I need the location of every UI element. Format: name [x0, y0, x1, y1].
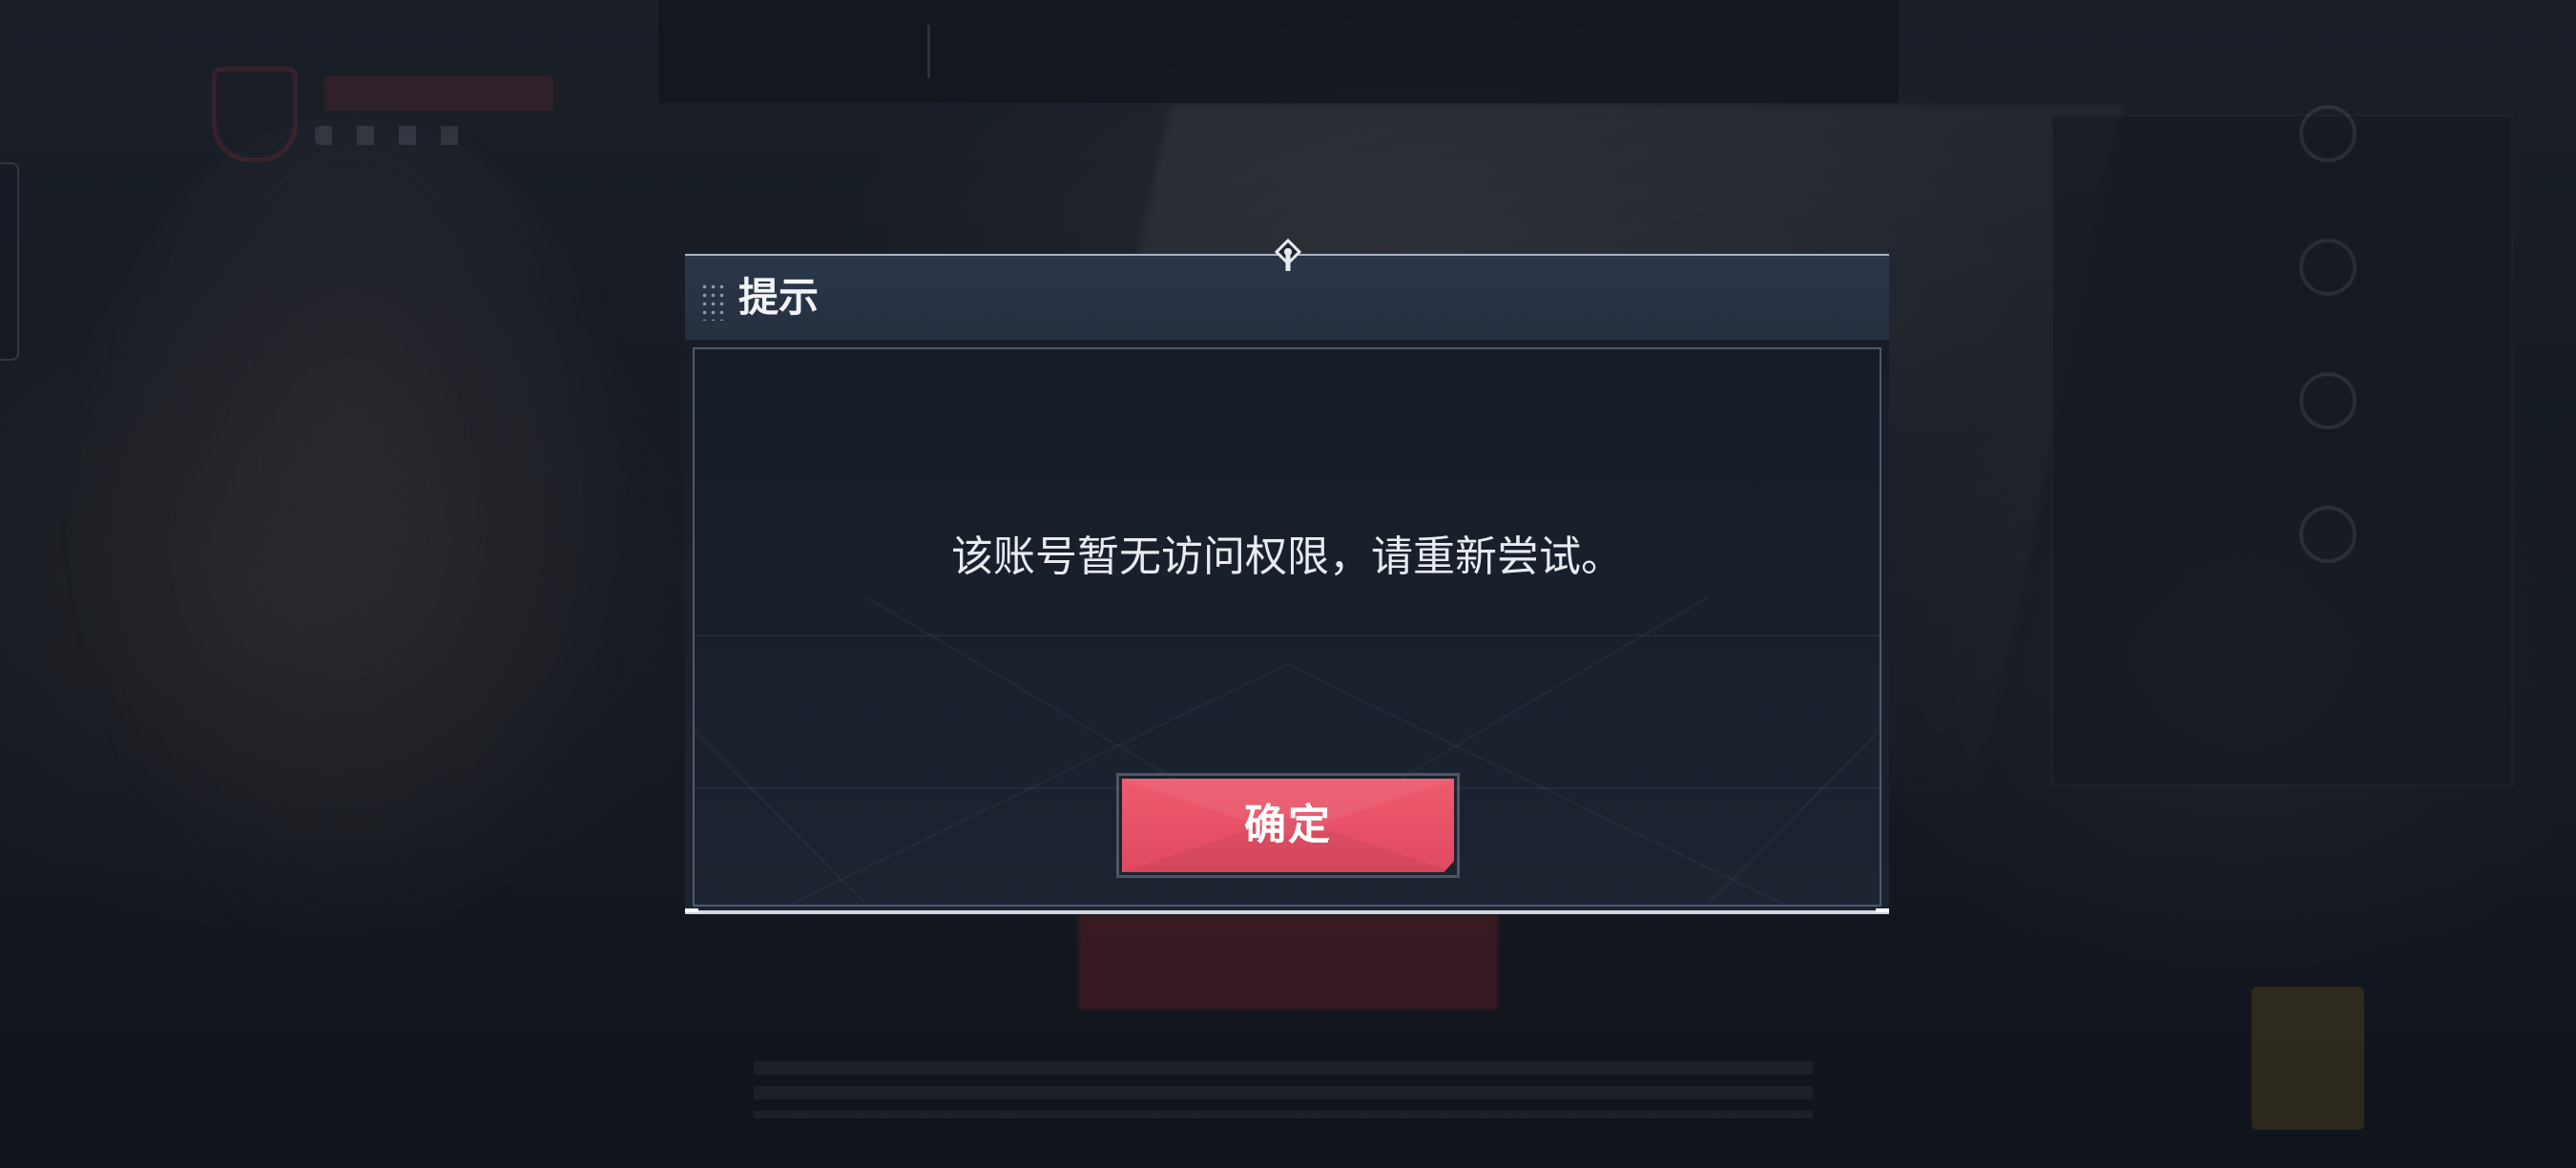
dialog-message: 该账号暂无访问权限，请重新尝试。 [951, 532, 1623, 581]
dialog-bottom-edge [685, 910, 1889, 914]
game-login-screen: 提示 该账号暂无访问权限，请重新尝试。 确定 [0, 0, 2576, 1168]
dialog-title: 提示 [738, 274, 820, 321]
confirm-button-label: 确定 [1244, 802, 1332, 848]
pin-marker-icon [1274, 239, 1302, 271]
confirm-button[interactable]: 确定 [1122, 779, 1454, 872]
corner-mark [685, 908, 698, 912]
alert-dialog: 提示 该账号暂无访问权限，请重新尝试。 确定 [685, 239, 1889, 914]
grip-dots-icon [700, 282, 727, 321]
corner-mark [1876, 908, 1889, 912]
